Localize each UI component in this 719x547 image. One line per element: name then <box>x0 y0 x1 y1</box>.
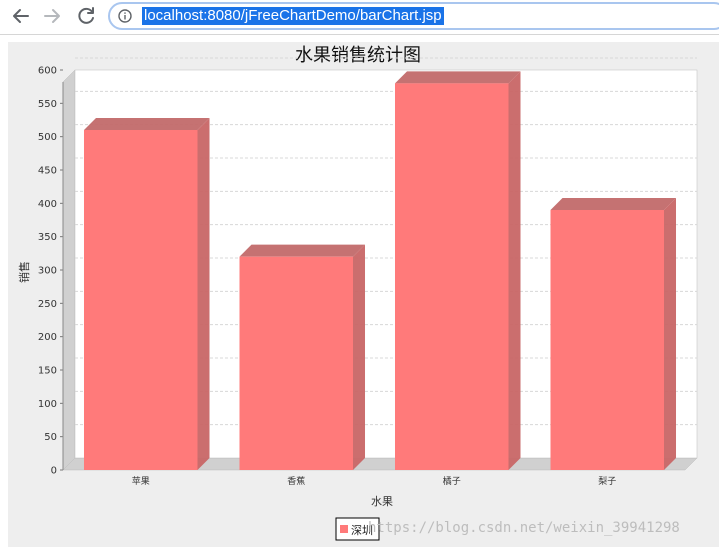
reload-icon[interactable] <box>74 4 98 28</box>
chart-panel: 水果销售统计图 0 50 100 150 200 250 300 350 400 450 500 55… <box>8 42 719 547</box>
bar-top <box>394 71 521 84</box>
bar <box>394 83 509 471</box>
x-tick-label: 香蕉 <box>287 475 305 487</box>
y-tick-label: 500 <box>38 132 57 143</box>
chart-title: 水果销售统计图 <box>295 45 421 66</box>
y-tick-label: 400 <box>38 199 57 210</box>
arrow-right-icon[interactable] <box>40 4 64 28</box>
x-axis-label: 水果 <box>371 495 393 508</box>
bar-top <box>239 244 366 257</box>
bar-top <box>550 198 677 210</box>
url-text[interactable]: localhost:8080/jFreeChartDemo/barChart.j… <box>142 7 444 25</box>
x-tick-label: 苹果 <box>132 475 150 487</box>
y-tick-label: 450 <box>38 166 57 177</box>
arrow-left-icon[interactable] <box>9 4 33 28</box>
bar <box>83 130 198 470</box>
y-tick-label: 250 <box>38 299 57 310</box>
address-bar[interactable]: localhost:8080/jFreeChartDemo/barChart.j… <box>108 2 719 30</box>
legend-swatch <box>340 525 348 533</box>
y-tick-label: 550 <box>38 99 57 110</box>
bar-side <box>508 71 521 470</box>
y-tick-label: 200 <box>38 332 57 343</box>
y-tick-label: 600 <box>38 66 57 77</box>
bar-side <box>353 244 366 470</box>
info-icon[interactable] <box>118 9 132 23</box>
bar <box>550 210 665 470</box>
bar <box>239 256 354 470</box>
y-tick-label: 150 <box>38 366 57 377</box>
y-tick-label: 50 <box>44 432 57 443</box>
bar-side <box>197 118 210 470</box>
bar-chart: 水果销售统计图 0 50 100 150 200 250 300 350 400 450 500 55… <box>17 45 698 541</box>
y-tick-label: 300 <box>38 266 57 277</box>
y-axis-label: 销售 <box>17 261 31 283</box>
y-tick-label: 350 <box>38 232 57 243</box>
watermark: https://blog.csdn.net/weixin_39941298 <box>368 520 680 536</box>
bar-top <box>83 118 210 130</box>
x-tick-label: 橘子 <box>443 476 461 487</box>
x-tick-label: 梨子 <box>598 475 616 487</box>
y-tick-label: 100 <box>38 399 57 410</box>
plot-left-wall <box>62 69 76 471</box>
y-tick-label: 0 <box>51 466 57 477</box>
bar-side <box>664 198 677 470</box>
browser-toolbar: localhost:8080/jFreeChartDemo/barChart.j… <box>0 0 719 35</box>
